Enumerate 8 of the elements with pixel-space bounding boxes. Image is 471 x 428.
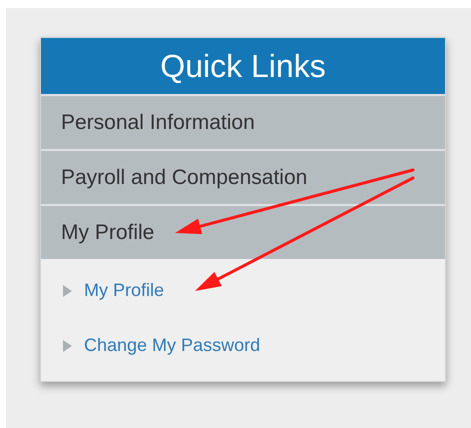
triangle-icon [63, 340, 72, 352]
menu-item[interactable]: Payroll and Compensation [41, 149, 445, 204]
panel-title: Quick Links [160, 47, 326, 86]
menu-item[interactable]: Personal Information [41, 94, 445, 149]
menu-item[interactable]: My Profile [41, 204, 445, 259]
triangle-icon [63, 284, 72, 296]
sub-link[interactable]: Change My Password [84, 332, 260, 359]
sub-link[interactable]: My Profile [84, 277, 164, 304]
